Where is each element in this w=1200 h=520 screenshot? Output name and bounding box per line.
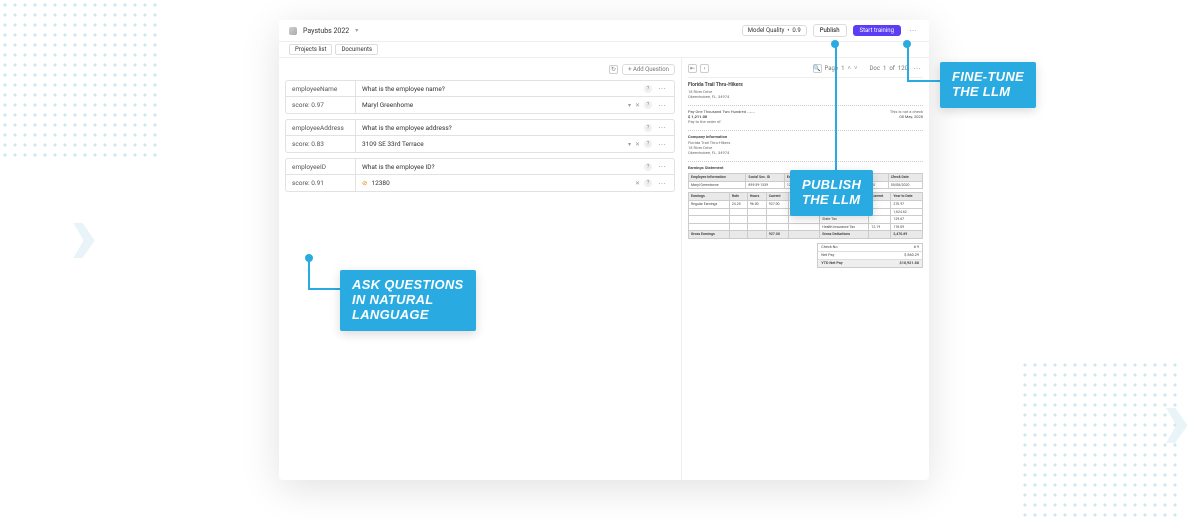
question-row: employeeName What is the employee name?? ⋯	[285, 80, 675, 97]
help-icon[interactable]: ?	[644, 163, 652, 171]
callout-publish: PUBLISH THE LLM	[790, 170, 873, 216]
questions-toolbar: ↻ + Add Question	[285, 64, 675, 75]
answer-text[interactable]: Maryl Greenhome	[362, 101, 624, 109]
connector-line	[907, 44, 909, 82]
answer-text[interactable]: 12380	[371, 179, 631, 187]
question-row: employeeID What is the employee ID?? ⋯	[285, 158, 675, 175]
connector-line	[308, 258, 310, 288]
row-more-icon[interactable]: ⋯	[656, 123, 668, 132]
page-up-icon[interactable]: ˄	[847, 65, 851, 72]
clear-icon[interactable]: ✕	[635, 141, 640, 148]
callout-finetune: FINE-TUNE THE LLM	[940, 62, 1036, 108]
question-key: employeeName	[286, 81, 356, 96]
app-window: Paystubs 2022 ▾ Model Quality • 0.9 Publ…	[279, 20, 929, 480]
prev-page-icon[interactable]: ‹	[700, 64, 709, 73]
warning-icon: ⊘	[362, 179, 367, 187]
doc-net-box: Check No# 9 Net Pay$ 860.29 YTD Net Pay$…	[817, 243, 923, 268]
help-icon[interactable]: ?	[644, 124, 652, 132]
history-icon[interactable]: ↻	[609, 65, 618, 74]
row-more-icon[interactable]: ⋯	[656, 179, 668, 188]
doc-addr2: Okeechobee, FL, 34974	[688, 94, 923, 99]
question-group: employeeName What is the employee name?? ⋯…	[285, 80, 675, 114]
page-down-icon[interactable]: ˅	[854, 65, 858, 72]
model-quality-badge: Model Quality • 0.9	[742, 25, 807, 36]
doc-date: 08 May, 2020	[890, 114, 923, 119]
doc-label: Doc	[869, 65, 880, 72]
doc-current: 1	[883, 65, 886, 72]
row-more-icon[interactable]: ⋯	[656, 162, 668, 171]
connector-line	[907, 80, 940, 82]
question-group: employeeIDWhat is the employee ID??⋯scor…	[285, 158, 675, 192]
answer-score: score: 0.83	[286, 136, 356, 152]
doc-earn-title: Earnings Statement	[688, 161, 923, 170]
question-row: employeeAddress What is the employee addr…	[285, 119, 675, 136]
help-icon[interactable]: ?	[644, 140, 652, 148]
tab-projects-list[interactable]: Projects list	[289, 44, 332, 55]
publish-button[interactable]: Publish	[813, 24, 847, 37]
row-more-icon[interactable]: ⋯	[656, 140, 668, 149]
decorative-dots	[0, 0, 160, 160]
document-panel: ⇤ ‹ 🔍 Page 1 ˄ ˅ Doc 1 of 120 ⋯ Florida …	[682, 58, 929, 480]
question-key: employeeID	[286, 159, 356, 174]
answer-text[interactable]: 3109 SE 33rd Terrace	[362, 140, 624, 148]
project-title: Paystubs 2022	[303, 27, 349, 35]
dropdown-icon[interactable]: ▾	[628, 102, 631, 109]
connector-line	[308, 288, 340, 290]
doc-of: of	[889, 65, 895, 72]
clear-icon[interactable]: ✕	[635, 180, 640, 187]
questions-panel: ↻ + Add Question employeeName What is the…	[279, 58, 682, 480]
answer-row: score: 0.83 3109 SE 33rd Terrace ▾ ✕? ⋯	[285, 136, 675, 153]
answer-score: score: 0.91	[286, 175, 356, 191]
answer-row: score: 0.97 Maryl Greenhome ▾ ✕? ⋯	[285, 97, 675, 114]
answer-row: score: 0.91 ⊘ 12380 ✕? ⋯	[285, 175, 675, 192]
question-text[interactable]: What is the employee name?	[362, 85, 640, 93]
header-bar: Paystubs 2022 ▾ Model Quality • 0.9 Publ…	[279, 20, 929, 42]
help-icon[interactable]: ?	[644, 101, 652, 109]
question-group: employeeAddress What is the employee addr…	[285, 119, 675, 153]
help-icon[interactable]: ?	[644, 85, 652, 93]
question-key: employeeAddress	[286, 120, 356, 135]
help-icon[interactable]: ?	[644, 179, 652, 187]
doc-payorder: Pay to the order of	[688, 119, 755, 124]
answer-score: score: 0.97	[286, 97, 356, 113]
start-training-button[interactable]: Start training	[853, 25, 901, 36]
document-toolbar: ⇤ ‹ 🔍 Page 1 ˄ ˅ Doc 1 of 120 ⋯	[688, 64, 923, 78]
tab-documents[interactable]: Documents	[335, 44, 378, 55]
decorative-chevron: ›	[70, 180, 97, 285]
row-more-icon[interactable]: ⋯	[656, 84, 668, 93]
add-question-button[interactable]: + Add Question	[622, 64, 675, 75]
doc-more-icon[interactable]: ⋯	[911, 64, 923, 73]
callout-ask: ASK QUESTIONS IN NATURAL LANGUAGE	[340, 270, 476, 331]
question-text[interactable]: What is the employee address?	[362, 124, 640, 132]
row-more-icon[interactable]: ⋯	[656, 101, 668, 110]
first-page-icon[interactable]: ⇤	[688, 64, 697, 73]
question-text[interactable]: What is the employee ID?	[362, 163, 640, 171]
page-value: 1	[841, 65, 844, 72]
more-menu-icon[interactable]: ⋯	[907, 26, 919, 35]
search-icon[interactable]: 🔍	[813, 64, 822, 73]
app-logo-icon	[289, 27, 297, 35]
dropdown-icon[interactable]: ▾	[628, 141, 631, 148]
connector-line	[835, 44, 837, 171]
decorative-dots	[1020, 360, 1180, 520]
clear-icon[interactable]: ✕	[635, 102, 640, 109]
project-dropdown-icon[interactable]: ▾	[355, 27, 358, 34]
decorative-chevron: ›	[1163, 365, 1190, 470]
